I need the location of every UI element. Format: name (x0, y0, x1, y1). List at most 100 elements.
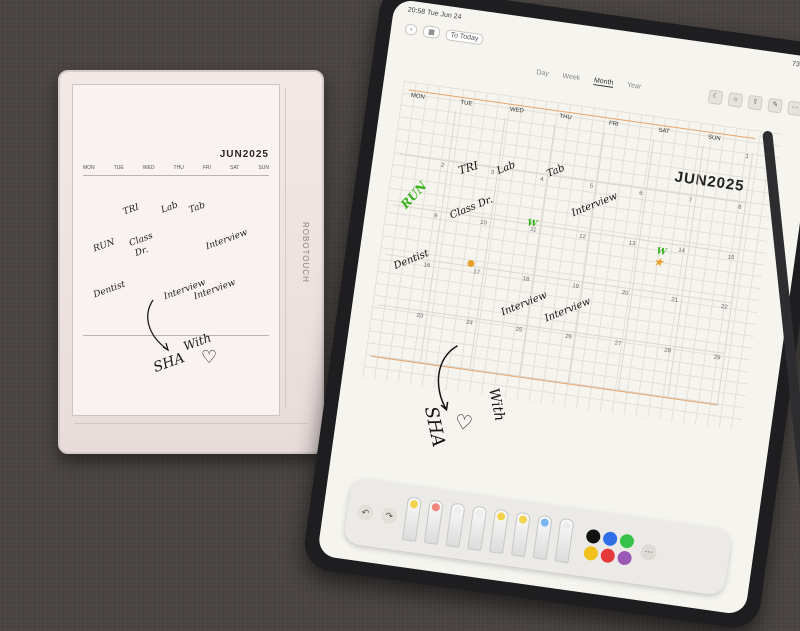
calendar-day-cell[interactable]: 26 (519, 326, 577, 384)
day-number: 18 (522, 276, 530, 284)
eink-note-dentist: Dentist (92, 279, 127, 301)
today-button[interactable]: To Today (444, 28, 485, 45)
day-number: 16 (423, 262, 431, 270)
calendar-day-cell[interactable]: 4 (491, 168, 549, 226)
calendar-day-cell[interactable]: 17 (427, 262, 485, 320)
pen-tool[interactable] (532, 514, 553, 561)
eink-brand-label: ROBOTOUCH (301, 222, 310, 283)
weekday-mon: MON (410, 92, 426, 101)
eink-note-run: RUN (91, 237, 117, 255)
calendar-day-cell[interactable]: 15 (682, 246, 740, 304)
calendar-day-cell[interactable] (449, 111, 506, 169)
calendar-day-cell[interactable]: 21 (625, 289, 683, 348)
day-number: 28 (663, 347, 672, 355)
eink-calendar-title: JUN2025 (219, 149, 269, 160)
tab-week[interactable]: Week (562, 73, 581, 83)
day-number: 2 (440, 162, 445, 169)
ruler-tool[interactable] (467, 505, 488, 552)
swatch-red[interactable] (599, 547, 616, 564)
pencil-tool-dock: ↶ ↷ ⋯ (342, 477, 733, 597)
eink-note-tri: TRI (121, 202, 141, 218)
eraser-tool[interactable] (423, 499, 444, 545)
view-tabs: Day Week Month Year (536, 69, 642, 92)
calendar-day-cell[interactable]: 6 (590, 182, 648, 240)
calendar-day-cell[interactable]: 20 (576, 283, 633, 341)
calendar-day-cell[interactable] (399, 104, 457, 162)
eink-weekday-mon: MON (83, 165, 95, 171)
day-number: 23 (416, 312, 424, 320)
more-icon[interactable]: ⋯ (786, 100, 800, 117)
day-number: 10 (479, 219, 488, 227)
more-options-icon[interactable]: ⋯ (639, 543, 658, 562)
moon-icon[interactable]: ☾ (707, 89, 724, 106)
calendar-day-cell[interactable]: 13 (583, 232, 641, 290)
battery-status: 73 % (791, 60, 800, 70)
share-icon[interactable]: ⇪ (747, 94, 764, 111)
eink-device: JUN2025 MON TUE WED THU FRI SAT SUN TRI … (58, 70, 324, 454)
crayon-tool[interactable] (510, 511, 531, 558)
calendar-day-cell[interactable]: 29 (668, 347, 725, 405)
eink-divider (83, 175, 269, 176)
marker-tool[interactable] (489, 508, 510, 555)
pencil-tool[interactable] (445, 502, 466, 548)
pen-icon[interactable]: ✎ (767, 97, 783, 114)
day-number: 3 (490, 169, 495, 176)
tablet-screen: 20:58 Tue Jun 24 73 % ‹ ▦ To Today Day W… (316, 0, 800, 616)
swatch-black[interactable] (585, 528, 602, 544)
calendar-day-cell[interactable]: 1 (696, 146, 754, 204)
day-number: 24 (465, 319, 474, 327)
calendar-day-cell[interactable]: 28 (618, 340, 676, 398)
sun-icon[interactable]: ☼ (727, 92, 744, 108)
calendar-day-cell[interactable] (597, 132, 655, 190)
eink-weekday-sun: SUN (258, 165, 269, 171)
tab-day[interactable]: Day (536, 69, 549, 79)
redo-icon[interactable]: ↷ (380, 506, 399, 525)
tab-month[interactable]: Month (593, 77, 614, 88)
calendar-day-cell[interactable]: 27 (569, 333, 626, 391)
swatch-blue[interactable] (602, 530, 619, 547)
calendar-day-cell[interactable]: 12 (533, 225, 591, 284)
photo-scene: JUN2025 MON TUE WED THU FRI SAT SUN TRI … (0, 0, 800, 631)
eink-bottom-bar (74, 423, 308, 442)
eink-note-tab: Tab (187, 200, 207, 216)
calendar-day-cell[interactable]: 23 (371, 305, 428, 363)
calendar-day-cell[interactable]: 10 (434, 211, 492, 270)
calendar-day-cell[interactable]: 7 (640, 189, 697, 247)
swatch-purple[interactable] (616, 549, 633, 566)
day-number: 1 (744, 153, 749, 161)
swatch-yellow[interactable] (583, 544, 599, 561)
day-number: 13 (628, 240, 636, 248)
eink-weekday-row: MON TUE WED THU FRI SAT SUN (83, 165, 269, 171)
highlighter-tool[interactable] (401, 496, 422, 542)
day-number: 14 (677, 247, 686, 255)
weekday-thu: THU (558, 113, 573, 122)
status-time: 20:58 Tue Jun 24 (407, 6, 462, 22)
note-w-1: W (526, 218, 538, 230)
calendar-day-cell[interactable]: 8 (689, 196, 747, 254)
tab-year[interactable]: Year (626, 82, 642, 92)
fountain-pen-tool[interactable] (554, 517, 575, 564)
day-number: 25 (515, 326, 523, 334)
day-number: 29 (713, 354, 721, 362)
day-number: 27 (614, 340, 622, 348)
calendar-day-cell[interactable]: 22 (675, 296, 733, 355)
eink-note-lab: Lab (159, 200, 180, 216)
heart-icon: ♡ (201, 347, 218, 367)
weekday-sun: SUN (707, 134, 721, 143)
swatch-green[interactable] (619, 532, 635, 549)
day-number: 12 (578, 233, 587, 241)
calendar-icon[interactable]: ▦ (422, 24, 441, 40)
star-icon: ★ (652, 254, 665, 270)
day-number: 22 (720, 304, 728, 312)
heart-icon: ♡ (453, 411, 475, 436)
eink-weekday-tue: TUE (113, 165, 124, 171)
top-toolbar: ☾ ☼ ⇪ ✎ ⋯ (707, 89, 800, 117)
calendar-day-cell[interactable] (647, 139, 704, 197)
dot-marker-icon: ● (466, 258, 476, 270)
day-number: 8 (737, 204, 742, 211)
undo-icon[interactable]: ↶ (356, 503, 375, 522)
nav-row: ‹ ▦ To Today (404, 22, 485, 45)
day-number: 20 (621, 290, 629, 298)
back-button[interactable]: ‹ (404, 22, 419, 36)
day-number: 15 (727, 254, 735, 261)
